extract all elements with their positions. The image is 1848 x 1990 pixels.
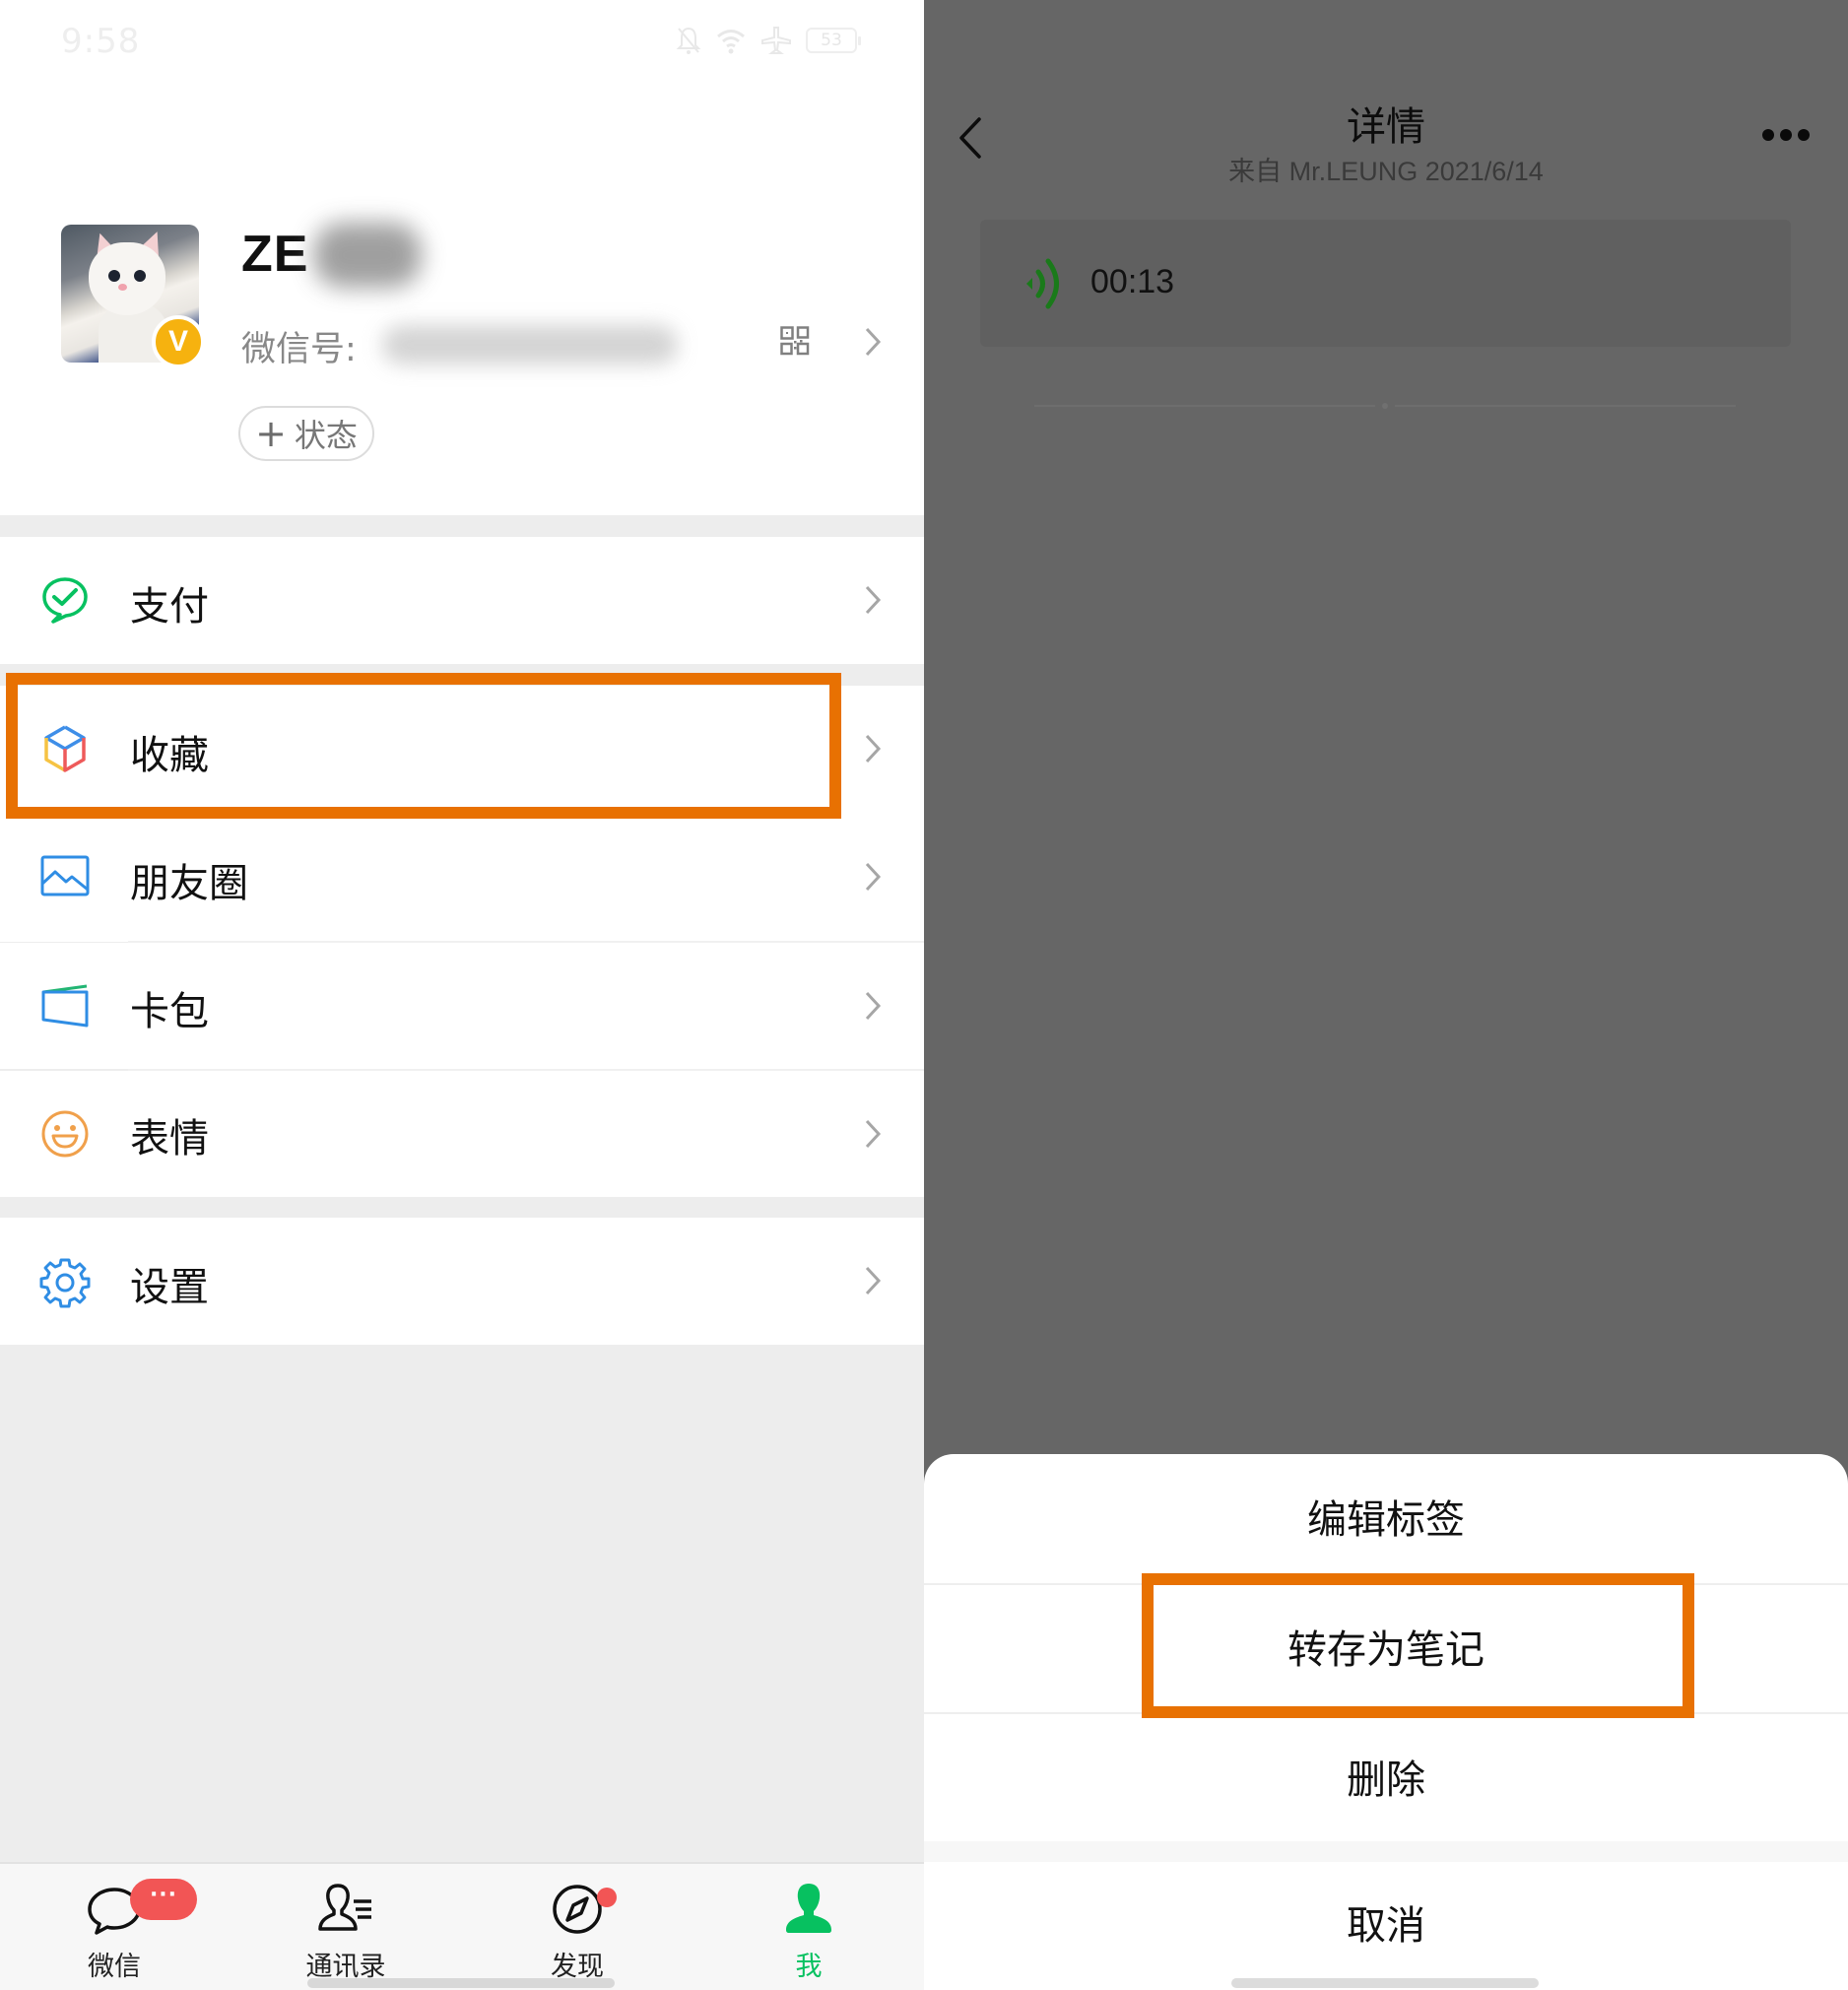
menu-item-favorites[interactable]: 收藏	[0, 686, 924, 814]
action-save-as-note[interactable]: 转存为笔记	[924, 1618, 1848, 1675]
menu-item-label: 卡包	[130, 989, 209, 1034]
tab-label: 我	[795, 1952, 823, 1982]
voice-duration: 00:13	[1090, 263, 1175, 300]
person-icon	[786, 1884, 831, 1933]
mute-bell-icon	[676, 27, 701, 54]
action-edit-tags[interactable]: 编辑标签	[924, 1488, 1848, 1545]
verified-badge: V	[152, 315, 205, 368]
wechat-id-blur-redaction	[382, 325, 678, 365]
menu-item-stickers[interactable]: 表情	[0, 1071, 924, 1197]
chevron-right-icon	[865, 734, 882, 763]
chevron-right-icon	[865, 585, 882, 615]
avatar-cat-head	[89, 242, 165, 315]
tab-discover[interactable]: 发现	[508, 1864, 646, 1990]
content-separator	[1034, 405, 1375, 407]
nickname-blur-redaction	[313, 223, 422, 288]
menu-item-label: 支付	[130, 584, 209, 630]
settings-gear-icon	[39, 1258, 91, 1308]
chevron-right-icon	[865, 991, 882, 1021]
card-wallet-icon	[41, 984, 89, 1028]
menu-item-label: 收藏	[130, 733, 209, 778]
home-indicator[interactable]	[307, 1978, 615, 1988]
home-indicator[interactable]	[1231, 1978, 1539, 1988]
favorites-cube-icon	[44, 725, 86, 772]
voice-wave-icon	[1026, 258, 1059, 309]
avatar-cat-nose	[118, 284, 127, 291]
compass-icon	[553, 1885, 602, 1934]
menu-item-cards[interactable]: 卡包	[0, 943, 924, 1069]
status-button-label: 状态	[294, 417, 358, 454]
menu-item-label: 表情	[130, 1116, 209, 1161]
menu-item-label: 朋友圈	[130, 861, 248, 906]
wifi-icon	[717, 30, 745, 54]
voice-message-card[interactable]: 00:13	[980, 220, 1791, 347]
wechat-me-screen: 9:58 53 V ZE 微信号: + 状态 支付 收藏 朋友圈 卡包 表情 设…	[0, 0, 924, 1990]
favorite-detail-screen: 详情 来自 Mr.LEUNG 2021/6/14 00:13 编辑标签 转存为笔…	[924, 0, 1848, 1990]
status-bar-icons: 53	[676, 26, 861, 55]
avatar-cat-eye	[134, 270, 146, 282]
sheet-divider	[924, 1712, 1848, 1714]
tab-label: 微信	[88, 1952, 141, 1982]
unread-badge: ···	[130, 1879, 197, 1920]
nickname: ZE	[241, 226, 309, 283]
add-status-button[interactable]: + 状态	[238, 406, 374, 461]
action-delete[interactable]: 删除	[924, 1748, 1848, 1805]
content-separator	[1395, 405, 1736, 407]
wechat-pay-icon	[42, 577, 88, 624]
menu-item-moments[interactable]: 朋友圈	[0, 814, 924, 942]
chevron-right-icon	[865, 1266, 882, 1295]
source-subtitle: 来自 Mr.LEUNG 2021/6/14	[1228, 157, 1544, 186]
moments-picture-icon	[40, 855, 90, 896]
chevron-right-icon	[865, 862, 882, 892]
action-cancel[interactable]: 取消	[924, 1893, 1848, 1951]
discover-notification-dot	[597, 1888, 617, 1907]
sheet-divider	[924, 1583, 1848, 1585]
more-options-icon[interactable]	[1761, 128, 1811, 142]
tab-contacts[interactable]: 通讯录	[277, 1864, 415, 1990]
avatar-cat-eye	[108, 270, 120, 282]
menu-item-pay[interactable]: 支付	[0, 537, 924, 664]
wechat-id-label: 微信号:	[241, 330, 357, 369]
bottom-tab-bar: 微信 ··· 通讯录 发现 我	[0, 1862, 924, 1990]
menu-item-settings[interactable]: 设置	[0, 1218, 924, 1345]
sheet-gap	[924, 1841, 1848, 1862]
tab-me[interactable]: 我	[740, 1864, 878, 1990]
page-title: 详情	[1347, 104, 1425, 150]
qr-code-icon[interactable]	[780, 326, 810, 356]
battery-indicator: 53	[806, 28, 861, 53]
action-sheet: 编辑标签 转存为笔记 删除 取消	[924, 1454, 1848, 1990]
airplane-icon	[761, 27, 791, 54]
contacts-icon	[318, 1884, 371, 1931]
status-bar-time: 9:58	[61, 22, 141, 61]
plus-icon: +	[255, 412, 287, 455]
sticker-smile-icon	[41, 1110, 89, 1158]
menu-item-label: 设置	[130, 1265, 209, 1310]
chevron-right-icon	[865, 1119, 882, 1149]
separator-dot	[1382, 403, 1388, 409]
profile-chevron-right-icon[interactable]	[863, 326, 883, 358]
